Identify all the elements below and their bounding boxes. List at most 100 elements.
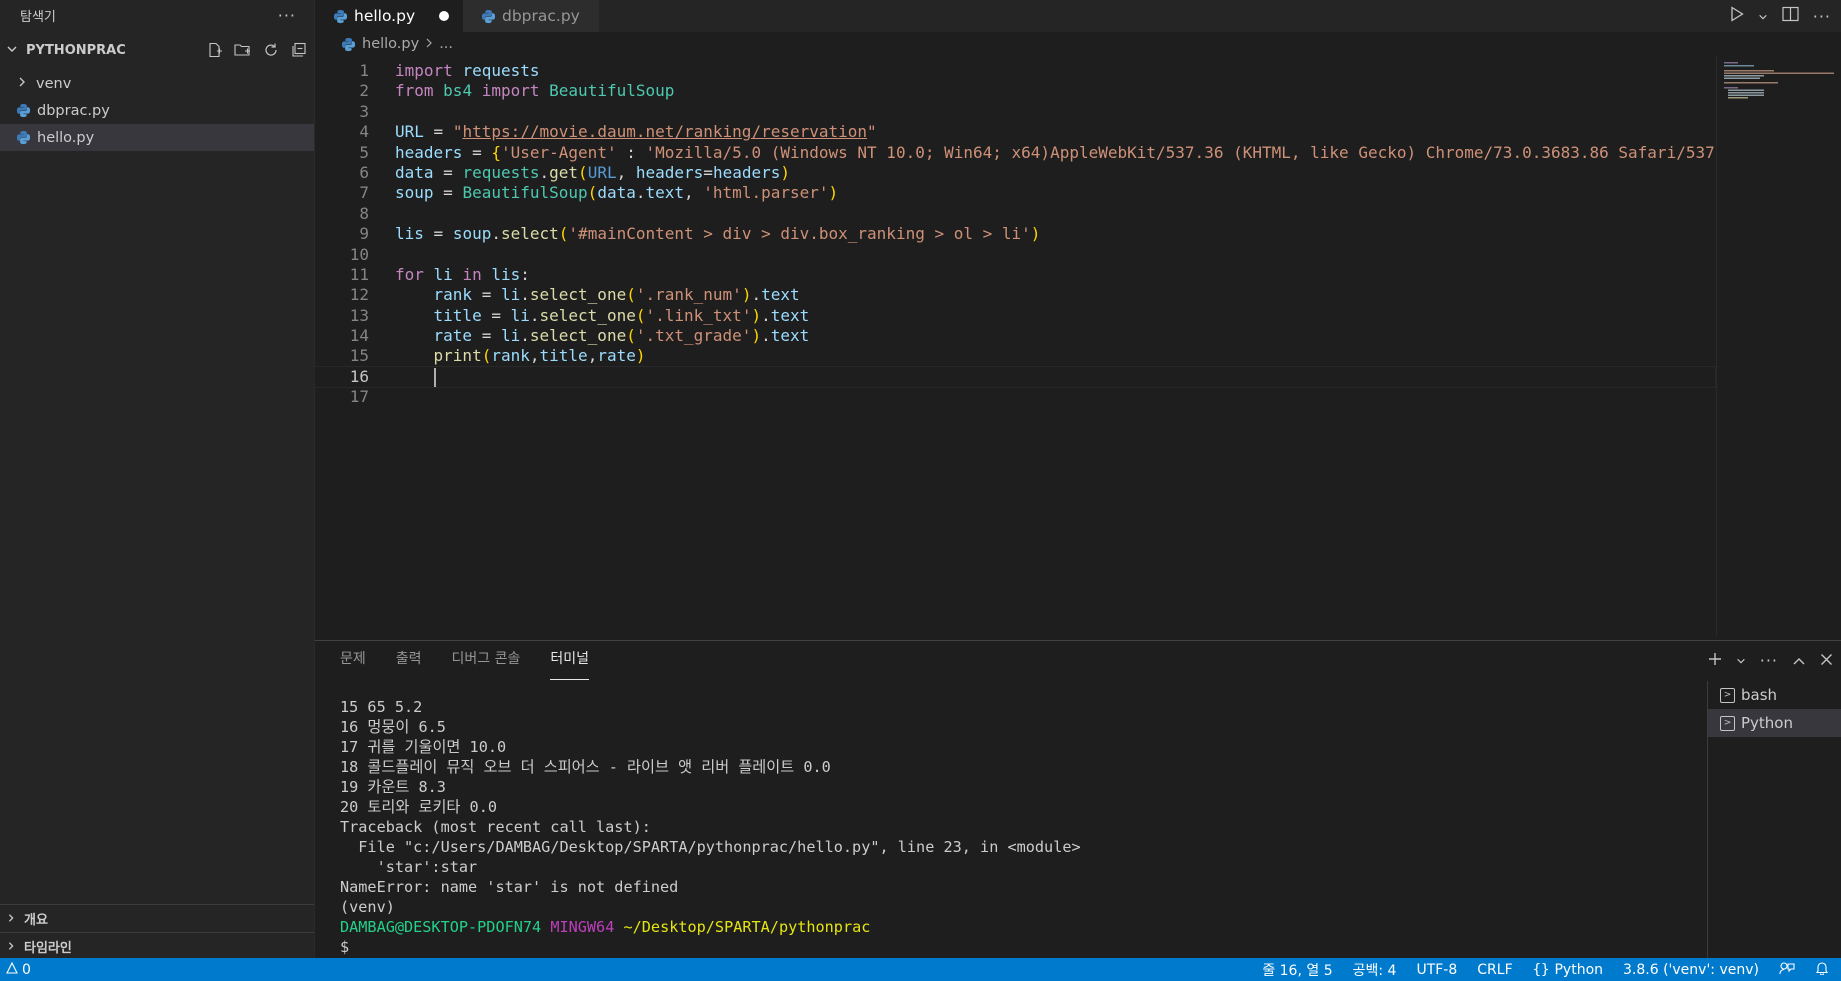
status-language[interactable]: {} Python [1533, 962, 1603, 978]
new-folder-icon[interactable] [234, 41, 252, 59]
terminal-list: > bash > Python [1707, 681, 1841, 959]
panel-actions: ··· [1708, 651, 1833, 670]
terminal-input-line[interactable]: $ [340, 937, 1081, 957]
code-token: soup [452, 224, 492, 244]
code-line: 5 headers = {'User-Agent' : 'Mozilla/5.0 … [315, 143, 1715, 163]
code-token: '#mainContent > div > div.box_ranking > … [568, 224, 1031, 244]
code-token: ) [1030, 224, 1041, 244]
code-token: ( [481, 346, 492, 366]
problem-count: 0 [22, 961, 31, 978]
code-token: . [529, 305, 540, 325]
terminal-label: bash [1741, 686, 1778, 704]
more-actions-icon[interactable]: ··· [1760, 651, 1778, 670]
code-token: ) [780, 162, 791, 182]
run-dropdown-chevron-icon[interactable] [1758, 7, 1768, 26]
tree-item-hello[interactable]: hello.py [0, 124, 314, 151]
python-file-icon [333, 9, 348, 23]
text-caret [433, 367, 436, 387]
status-interpreter[interactable]: 3.8.6 ('venv': venv) [1623, 962, 1759, 978]
feedback-icon[interactable] [1779, 961, 1795, 979]
code-token: li [433, 264, 453, 284]
new-terminal-icon[interactable] [1708, 651, 1722, 670]
code-token: = [462, 142, 492, 162]
tab-terminal[interactable]: 터미널 [550, 649, 590, 680]
terminal-output[interactable]: 15 65 5.2 16 멍뭉이 6.5 17 귀를 기울이면 10.0 18 … [340, 697, 1081, 957]
run-icon[interactable] [1730, 6, 1744, 26]
split-editor-icon[interactable] [1782, 6, 1799, 26]
status-eol[interactable]: CRLF [1477, 962, 1512, 978]
collapse-all-icon[interactable] [290, 41, 308, 59]
status-problems[interactable]: 0 [0, 961, 31, 978]
code-token: , [529, 346, 540, 366]
terminal-icon: > [1720, 687, 1735, 703]
line-number: 11 [349, 264, 369, 284]
status-cursor-position[interactable]: 줄 16, 열 5 [1262, 960, 1332, 980]
code-token: headers [712, 162, 781, 182]
breadcrumb-file[interactable]: hello.py [362, 36, 419, 52]
terminal-item-python[interactable]: > Python [1708, 709, 1841, 737]
status-indentation[interactable]: 공백: 4 [1353, 960, 1397, 980]
code-token: . [761, 305, 771, 325]
terminal-line: NameError: name 'star' is not defined [340, 878, 679, 896]
code-token: = [423, 122, 453, 142]
code-line: 15 print(rank,title,rate) [315, 346, 1715, 366]
line-number: 2 [359, 81, 369, 101]
unsaved-dot-icon[interactable] [439, 11, 449, 21]
code-token: bs4 [443, 81, 473, 101]
code-url-link[interactable]: https://movie.daum.net/ranking/reservati… [462, 122, 867, 141]
code-token: , [684, 183, 704, 203]
tab-dbprac-py[interactable]: dbprac.py [463, 0, 599, 32]
refresh-icon[interactable] [262, 41, 280, 59]
maximize-panel-icon[interactable] [1792, 651, 1806, 670]
code-token: headers [395, 142, 463, 162]
project-folder-header[interactable]: PYTHONPRAC [0, 30, 314, 70]
code-token: text [761, 285, 800, 305]
code-token: { [491, 142, 501, 162]
code-token: = [481, 305, 511, 325]
code-line: 14 rate = li.select_one('.txt_grade').te… [315, 326, 1715, 346]
minimap[interactable] [1718, 60, 1838, 100]
code-token: title [539, 346, 588, 366]
timeline-section[interactable]: 타임라인 [0, 932, 314, 960]
chevron-right-icon [16, 76, 36, 92]
code-token: rank [491, 346, 530, 366]
outline-label: 개요 [24, 913, 48, 928]
code-token: '.txt_grade' [635, 326, 752, 346]
code-editor[interactable]: 1 import requests 2 from bs4 import Beauti… [314, 61, 1716, 408]
code-token: print [433, 346, 482, 366]
code-token: '.link_txt' [645, 305, 752, 325]
breadcrumb-symbols[interactable]: ... [439, 36, 453, 52]
terminal-line: 19 카운트 8.3 [340, 778, 446, 796]
status-encoding[interactable]: UTF-8 [1416, 962, 1457, 978]
editor-scrollbar-track[interactable] [1716, 56, 1717, 636]
terminal-line: 17 귀를 기울이면 10.0 [340, 738, 507, 756]
code-token: for [395, 264, 424, 284]
tab-hello-py[interactable]: hello.py [315, 0, 463, 32]
code-token: = [472, 326, 501, 346]
bottom-panel: 문제 출력 디버그 콘솔 터미널 ··· 15 65 5.2 16 멍뭉이 6.… [315, 640, 1841, 959]
tree-item-dbprac[interactable]: dbprac.py [0, 97, 314, 124]
code-token: in [462, 264, 482, 284]
notifications-icon[interactable] [1815, 961, 1829, 979]
tab-output[interactable]: 출력 [396, 649, 422, 679]
outline-section[interactable]: 개요 [0, 904, 314, 932]
code-token: ( [578, 162, 588, 182]
line-number: 9 [359, 224, 369, 244]
terminal-item-bash[interactable]: > bash [1708, 681, 1841, 709]
more-actions-icon[interactable]: ··· [1813, 7, 1831, 26]
tree-item-venv[interactable]: venv [0, 70, 314, 97]
status-bar: 0 줄 16, 열 5 공백: 4 UTF-8 CRLF {} Python 3… [0, 958, 1841, 981]
code-token: ) [751, 305, 762, 325]
new-file-icon[interactable] [206, 41, 224, 59]
tab-problems[interactable]: 문제 [340, 649, 366, 679]
close-panel-icon[interactable] [1820, 651, 1833, 670]
tab-debug-console[interactable]: 디버그 콘솔 [452, 649, 521, 679]
code-token: select_one [529, 326, 627, 346]
code-token: = [472, 285, 501, 305]
terminal-dropdown-chevron-icon[interactable] [1736, 651, 1746, 670]
tab-label: dbprac.py [502, 7, 580, 25]
breadcrumb-separator-icon [425, 36, 433, 52]
more-actions-icon[interactable]: ··· [278, 6, 296, 25]
explorer-title: 탐색기 [20, 9, 56, 25]
code-token: ( [626, 285, 636, 305]
